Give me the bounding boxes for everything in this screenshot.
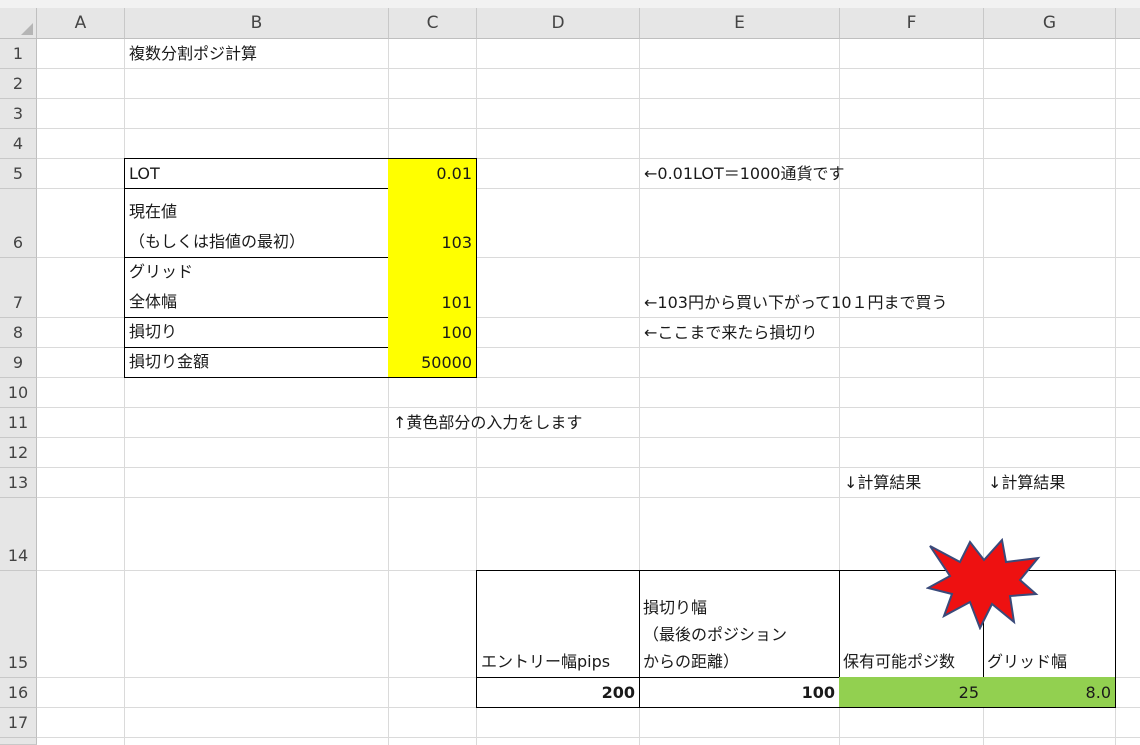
row-header-12[interactable]: 12 — [0, 438, 37, 468]
explosion-shape-icon[interactable] — [926, 538, 1042, 630]
cell-b7-line2: 全体幅 — [129, 292, 178, 311]
cell-e15-stop-width-header[interactable]: 損切り幅 （最後のポジション からの距離） — [639, 570, 840, 678]
row-header-14[interactable]: 14 — [0, 498, 37, 571]
row-header-7[interactable]: 7 — [0, 258, 37, 318]
row-header-5[interactable]: 5 — [0, 159, 37, 189]
gridline-h — [37, 437, 1140, 438]
cell-b8-stop-loss-label[interactable]: 損切り — [124, 317, 389, 348]
cell-f13-result-arrow[interactable]: ↓計算結果 — [840, 468, 984, 498]
row-header-18-partial[interactable] — [0, 738, 37, 745]
cell-d15-entry-width-header[interactable]: エントリー幅pips — [476, 570, 640, 678]
cell-b1-sheet-title[interactable]: 複数分割ポジ計算 — [125, 39, 389, 69]
cell-e15-line2: （最後のポジション — [643, 625, 788, 644]
cell-e16-stop-width-value[interactable]: 100 — [639, 677, 840, 708]
row-header-1[interactable]: 1 — [0, 39, 37, 69]
spreadsheet: A B C D E F G 1 2 3 4 5 6 7 8 9 10 11 12… — [0, 0, 1140, 745]
column-header-g[interactable]: G — [984, 8, 1116, 39]
cell-e8-stop-loss-note[interactable]: ←ここまで来たら損切り — [640, 318, 840, 348]
row-header-2[interactable]: 2 — [0, 69, 37, 99]
cell-c9-stop-loss-amount-input[interactable]: 50000 — [388, 347, 477, 378]
cell-b9-stop-loss-amount-label[interactable]: 損切り金額 — [124, 347, 389, 378]
row-header-4[interactable]: 4 — [0, 129, 37, 159]
cell-c8-stop-loss-input[interactable]: 100 — [388, 317, 477, 348]
select-all-triangle-icon — [21, 23, 33, 35]
cell-c7-grid-range-input[interactable]: 101 — [388, 257, 477, 318]
cell-c5-lot-input[interactable]: 0.01 — [388, 158, 477, 189]
cell-b6-line2: （もしくは指値の最初） — [129, 232, 306, 251]
row-header-13[interactable]: 13 — [0, 468, 37, 498]
row-header-11[interactable]: 11 — [0, 408, 37, 438]
cell-e5-lot-note[interactable]: ←0.01LOT＝1000通貨です — [640, 159, 844, 189]
cell-c11-input-instruction[interactable]: ↑黄色部分の入力をします — [389, 408, 582, 438]
column-header-overflow[interactable] — [1116, 8, 1140, 39]
cell-d16-entry-width-value[interactable]: 200 — [476, 677, 640, 708]
row-header-8[interactable]: 8 — [0, 318, 37, 348]
column-header-a[interactable]: A — [37, 8, 125, 39]
cell-e15-line3: からの距離） — [643, 652, 740, 671]
gridline-h — [37, 407, 1140, 408]
select-all-corner[interactable] — [0, 8, 37, 39]
gridline-h — [37, 98, 1140, 99]
row-header-6[interactable]: 6 — [0, 189, 37, 258]
row-header-15[interactable]: 15 — [0, 571, 37, 678]
cell-b7-grid-range-label[interactable]: グリッド 全体幅 — [124, 257, 389, 318]
column-header-f[interactable]: F — [840, 8, 984, 39]
cell-e7-grid-note[interactable]: ←103円から買い下がって10１円まで買う — [640, 288, 948, 318]
cell-b5-lot-label[interactable]: LOT — [124, 158, 389, 189]
row-header-9[interactable]: 9 — [0, 348, 37, 378]
cell-g13-result-arrow[interactable]: ↓計算結果 — [984, 468, 1116, 498]
gridline-h — [37, 128, 1140, 129]
cell-b6-current-price-label[interactable]: 現在値 （もしくは指値の最初） — [124, 188, 389, 258]
row-header-16[interactable]: 16 — [0, 678, 37, 708]
gridline-h — [37, 737, 1140, 738]
column-header-c[interactable]: C — [389, 8, 477, 39]
row-header-17[interactable]: 17 — [0, 708, 37, 738]
cell-c6-current-price-input[interactable]: 103 — [388, 188, 477, 258]
cell-b7-line1: グリッド — [129, 262, 194, 281]
column-header-e[interactable]: E — [640, 8, 840, 39]
cell-b6-line1: 現在値 — [129, 202, 178, 221]
column-header-b[interactable]: B — [125, 8, 389, 39]
cell-e15-line1: 損切り幅 — [643, 598, 708, 617]
top-strip — [0, 0, 1140, 8]
gridline-v — [388, 39, 389, 745]
cell-g16-grid-width-value[interactable]: 8.0 — [983, 677, 1116, 708]
gridline-v — [124, 39, 125, 745]
row-header-10[interactable]: 10 — [0, 378, 37, 408]
explosion-shape — [926, 538, 1041, 630]
row-header-3[interactable]: 3 — [0, 99, 37, 129]
cell-f16-position-count-value[interactable]: 25 — [839, 677, 984, 708]
column-header-d[interactable]: D — [477, 8, 640, 39]
